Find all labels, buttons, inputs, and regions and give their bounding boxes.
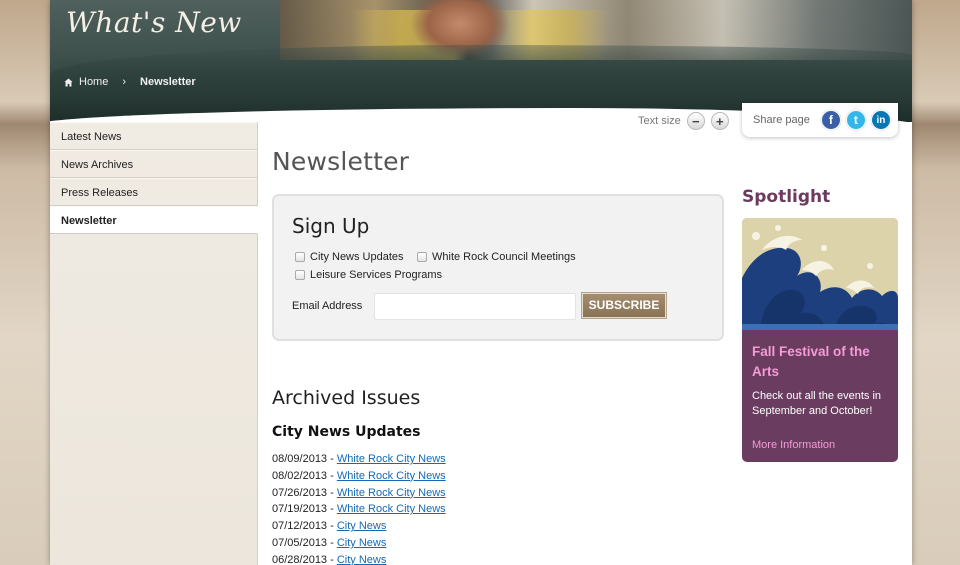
- signup-heading: Sign Up: [292, 214, 370, 238]
- archived-issues-heading: Archived Issues: [272, 387, 421, 409]
- checkbox[interactable]: [295, 252, 305, 262]
- option-label: Leisure Services Programs: [310, 269, 443, 281]
- option-council-meetings[interactable]: White Rock Council Meetings: [417, 251, 576, 263]
- checkbox[interactable]: [295, 270, 305, 280]
- linkedin-icon[interactable]: in: [870, 110, 891, 130]
- email-field[interactable]: [374, 293, 576, 320]
- wave-artwork-image: [742, 218, 898, 330]
- home-icon: [64, 77, 73, 87]
- list-item: 08/02/2013 - White Rock City News: [272, 469, 446, 482]
- issue-link[interactable]: City News: [337, 520, 387, 532]
- issue-date: 06/28/2013: [272, 553, 328, 565]
- issue-date: 07/26/2013: [272, 486, 328, 499]
- issue-date: 07/19/2013: [272, 503, 328, 516]
- text-size-decrease-button[interactable]: −: [686, 112, 705, 130]
- sidebar-item-newsletter[interactable]: Newsletter: [50, 206, 258, 234]
- sidebar-item-news-archives[interactable]: News Archives: [50, 150, 257, 178]
- issue-date: 07/12/2013: [272, 520, 328, 533]
- text-size-label: Text size: [638, 115, 681, 127]
- share-panel: Share page f t in: [742, 103, 898, 137]
- page-container: What's New Home › Newsletter Latest News…: [50, 0, 912, 565]
- text-size-increase-button[interactable]: +: [710, 112, 729, 130]
- breadcrumb-current: Newsletter: [140, 76, 196, 88]
- sidebar-item-press-releases[interactable]: Press Releases: [50, 178, 257, 206]
- issue-date: 08/09/2013: [272, 453, 328, 465]
- checkbox[interactable]: [417, 252, 427, 262]
- spotlight-body: Fall Festival of the Arts Check out all …: [752, 342, 892, 419]
- list-item: 07/12/2013 - City News: [272, 520, 387, 533]
- page-background-right: [910, 0, 960, 565]
- text-size-control: Text size − +: [638, 112, 729, 130]
- issue-link[interactable]: White Rock City News: [337, 470, 446, 482]
- share-label: Share page: [753, 114, 810, 126]
- email-label: Email Address: [292, 300, 363, 312]
- breadcrumb-separator-icon: ›: [122, 76, 127, 88]
- issue-date: 07/05/2013: [272, 536, 328, 549]
- spotlight-heading: Spotlight: [742, 187, 831, 207]
- list-item: 07/19/2013 - White Rock City News: [272, 503, 446, 516]
- option-city-news-updates[interactable]: City News Updates: [295, 251, 404, 263]
- spotlight-card-text: Check out all the events in September an…: [752, 390, 882, 417]
- option-label: City News Updates: [310, 251, 404, 263]
- twitter-icon[interactable]: t: [845, 110, 866, 130]
- issue-link[interactable]: City News: [337, 537, 387, 549]
- spotlight-card[interactable]: Fall Festival of the Arts Check out all …: [742, 218, 898, 462]
- breadcrumb-home-link[interactable]: Home: [79, 76, 108, 88]
- issue-link[interactable]: White Rock City News: [337, 453, 446, 465]
- subscribe-button[interactable]: SUBSCRIBE: [582, 293, 666, 318]
- facebook-icon[interactable]: f: [820, 110, 841, 130]
- list-item: 07/26/2013 - White Rock City News: [272, 486, 446, 499]
- spotlight-card-title[interactable]: Fall Festival of the Arts: [752, 342, 892, 382]
- issue-link[interactable]: City News: [337, 554, 387, 565]
- site-logo[interactable]: What's New: [66, 6, 242, 39]
- more-information-link[interactable]: More Information: [752, 439, 835, 451]
- sidebar-nav: Latest News News Archives Press Releases…: [50, 122, 258, 565]
- issue-date: 08/02/2013: [272, 469, 328, 482]
- list-item: 08/09/2013 - White Rock City News: [272, 453, 446, 465]
- issue-link[interactable]: White Rock City News: [337, 503, 446, 515]
- issues-list: 08/09/2013 - White Rock City News 08/02/…: [272, 451, 446, 565]
- sidebar-item-latest-news[interactable]: Latest News: [50, 122, 257, 150]
- page-background-left: [0, 0, 50, 565]
- list-item: 06/28/2013 - City News: [272, 553, 387, 565]
- page-title: Newsletter: [272, 147, 410, 176]
- list-item: 07/05/2013 - City News: [272, 536, 387, 549]
- option-leisure-services[interactable]: Leisure Services Programs: [295, 269, 442, 281]
- option-label: White Rock Council Meetings: [432, 251, 576, 263]
- signup-form: Sign Up City News Updates White Rock Cou…: [272, 194, 724, 341]
- breadcrumb: Home › Newsletter: [64, 76, 196, 88]
- issue-link[interactable]: White Rock City News: [337, 487, 446, 499]
- city-news-updates-heading: City News Updates: [272, 424, 421, 440]
